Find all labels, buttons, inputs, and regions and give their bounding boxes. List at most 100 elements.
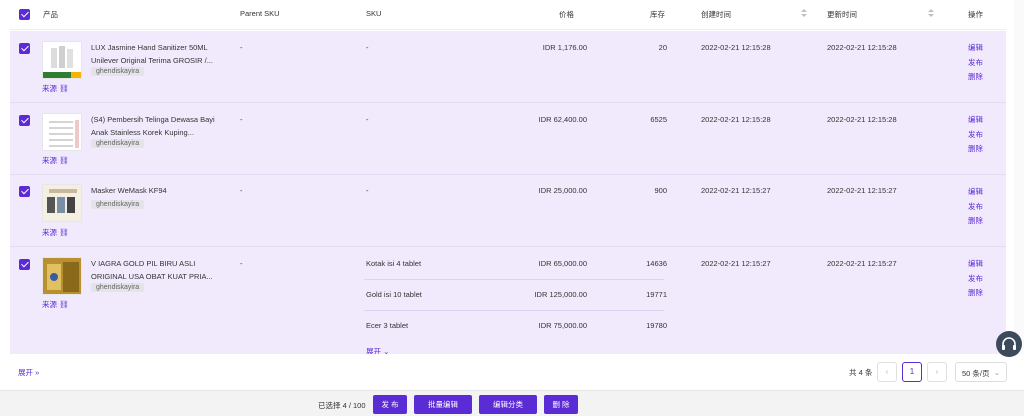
created-time-value: 2022-02-21 12:15:28 (701, 43, 771, 52)
updated-time-value: 2022-02-21 12:15:28 (827, 115, 897, 124)
prev-page-button[interactable]: ‹ (877, 362, 897, 382)
source-link[interactable]: 来源 ⛓ (42, 227, 69, 238)
table-header: 产品 Parent SKU SKU 价格 库存 创建时间 更新时间 操作 (10, 0, 1006, 30)
header-price: 价格 (559, 10, 574, 19)
variant-sku: Ecer 3 tablet (366, 321, 409, 330)
shop-tag: ghendiskayira (91, 67, 145, 76)
parent-sku-value: - (240, 186, 243, 195)
publish-link[interactable]: 发布 (968, 200, 983, 215)
price-value: IDR 1,176.00 (542, 43, 587, 52)
next-page-button[interactable]: › (927, 362, 947, 382)
batch-publish-button[interactable]: 发 布 (373, 395, 407, 414)
delete-link[interactable]: 删除 (968, 214, 983, 229)
batch-delete-button[interactable]: 删 除 (544, 395, 578, 414)
row-actions: 编辑 发布 删除 (968, 257, 983, 301)
edit-link[interactable]: 编辑 (968, 257, 983, 272)
header-stock: 库存 (650, 10, 665, 19)
page-1-button[interactable]: 1 (902, 362, 922, 382)
batch-action-bar: 已选择 4 / 100 发 布 批量编辑 编辑分类 删 除 (0, 390, 1024, 416)
product-name[interactable]: Masker WeMask KF94 (91, 184, 231, 197)
updated-time-value: 2022-02-21 12:15:27 (827, 259, 897, 268)
created-time-value: 2022-02-21 12:15:27 (701, 186, 771, 195)
shop-tag: ghendiskayira (91, 139, 145, 148)
variant-sku: Kotak isi 4 tablet (366, 259, 422, 268)
table-row: 来源 ⛓ Masker WeMask KF94 ghendiskayira - … (10, 175, 1006, 247)
edit-link[interactable]: 编辑 (968, 113, 983, 128)
row-checkbox[interactable] (19, 115, 30, 126)
double-chevron-down-icon: » (35, 368, 40, 377)
sku-value: - (366, 115, 369, 124)
delete-link[interactable]: 删除 (968, 142, 983, 157)
delete-link[interactable]: 删除 (968, 286, 983, 301)
expand-all-link[interactable]: 展开 » (18, 367, 39, 378)
variant-price: IDR 75,000.00 (538, 321, 587, 330)
product-table: 产品 Parent SKU SKU 价格 库存 创建时间 更新时间 操作 来源 … (10, 0, 1006, 354)
table-footer: 展开 » 共 4 条 ‹ 1 › 50 条/页 ⌄ (0, 354, 1024, 390)
variant-price: IDR 125,000.00 (534, 290, 587, 299)
link-icon: ⛓ (59, 228, 69, 237)
stock-value: 20 (658, 43, 667, 52)
updated-time-value: 2022-02-21 12:15:28 (827, 43, 897, 52)
edit-category-button[interactable]: 编辑分类 (479, 395, 537, 414)
shop-tag: ghendiskayira (91, 200, 145, 209)
product-thumbnail[interactable] (42, 184, 82, 222)
row-checkbox[interactable] (19, 186, 30, 197)
price-value: IDR 62,400.00 (538, 115, 587, 124)
header-created-time[interactable]: 创建时间 (701, 9, 731, 20)
sku-value: - (366, 43, 369, 52)
row-actions: 编辑 发布 删除 (968, 185, 983, 229)
product-name[interactable]: LUX Jasmine Hand Sanitizer 50ML Unilever… (91, 41, 231, 67)
row-checkbox[interactable] (19, 259, 30, 270)
vertical-scrollbar[interactable] (1014, 0, 1024, 354)
product-name[interactable]: (S4) Pembersih Telinga Dewasa Bayi Anak … (91, 113, 231, 139)
chevron-down-icon: ⌄ (383, 347, 390, 354)
product-thumbnail[interactable] (42, 257, 82, 295)
row-checkbox[interactable] (19, 43, 30, 54)
row-actions: 编辑 发布 删除 (968, 41, 983, 85)
variant-divider (364, 279, 664, 280)
parent-sku-value: - (240, 115, 243, 124)
link-icon: ⛓ (59, 300, 69, 309)
product-thumbnail[interactable] (42, 41, 82, 79)
product-name[interactable]: V IAGRA GOLD PIL BIRU ASLI ORIGINAL USA … (91, 257, 231, 283)
product-thumbnail[interactable] (42, 113, 82, 151)
edit-link[interactable]: 编辑 (968, 41, 983, 56)
row-actions: 编辑 发布 删除 (968, 113, 983, 157)
variant-expand-link[interactable]: 展开 ⌄ (366, 346, 389, 354)
product-image-icon (43, 185, 81, 221)
product-list-page: 产品 Parent SKU SKU 价格 库存 创建时间 更新时间 操作 来源 … (0, 0, 1024, 416)
product-image-icon (43, 258, 81, 294)
source-link[interactable]: 来源 ⛓ (42, 299, 69, 310)
sort-updated-icon[interactable] (928, 9, 934, 19)
link-icon: ⛓ (59, 156, 69, 165)
publish-link[interactable]: 发布 (968, 272, 983, 287)
edit-link[interactable]: 编辑 (968, 185, 983, 200)
parent-sku-value: - (240, 43, 243, 52)
stock-value: 6525 (650, 115, 667, 124)
batch-edit-button[interactable]: 批量编辑 (414, 395, 472, 414)
header-product: 产品 (43, 10, 58, 19)
sort-created-icon[interactable] (801, 9, 807, 19)
header-sku: SKU (366, 9, 382, 18)
variant-price: IDR 65,000.00 (538, 259, 587, 268)
source-link[interactable]: 来源 ⛓ (42, 155, 69, 166)
table-row: 来源 ⛓ (S4) Pembersih Telinga Dewasa Bayi … (10, 103, 1006, 175)
table-row: 来源 ⛓ LUX Jasmine Hand Sanitizer 50ML Uni… (10, 31, 1006, 103)
product-image-icon (43, 114, 81, 150)
page-size-select[interactable]: 50 条/页 ⌄ (955, 362, 1007, 382)
publish-link[interactable]: 发布 (968, 56, 983, 71)
select-all-checkbox[interactable] (19, 9, 30, 20)
product-image-icon (43, 42, 81, 78)
chevron-down-icon: ⌄ (993, 368, 1000, 377)
header-actions: 操作 (968, 10, 983, 19)
variant-sku: Gold isi 10 tablet (366, 290, 422, 299)
header-updated-time[interactable]: 更新时间 (827, 9, 857, 20)
created-time-value: 2022-02-21 12:15:27 (701, 259, 771, 268)
parent-sku-value: - (240, 259, 243, 268)
stock-value: 900 (654, 186, 667, 195)
variant-stock: 19771 (646, 290, 667, 299)
publish-link[interactable]: 发布 (968, 128, 983, 143)
source-link[interactable]: 来源 ⛓ (42, 83, 69, 94)
price-value: IDR 25,000.00 (538, 186, 587, 195)
delete-link[interactable]: 删除 (968, 70, 983, 85)
